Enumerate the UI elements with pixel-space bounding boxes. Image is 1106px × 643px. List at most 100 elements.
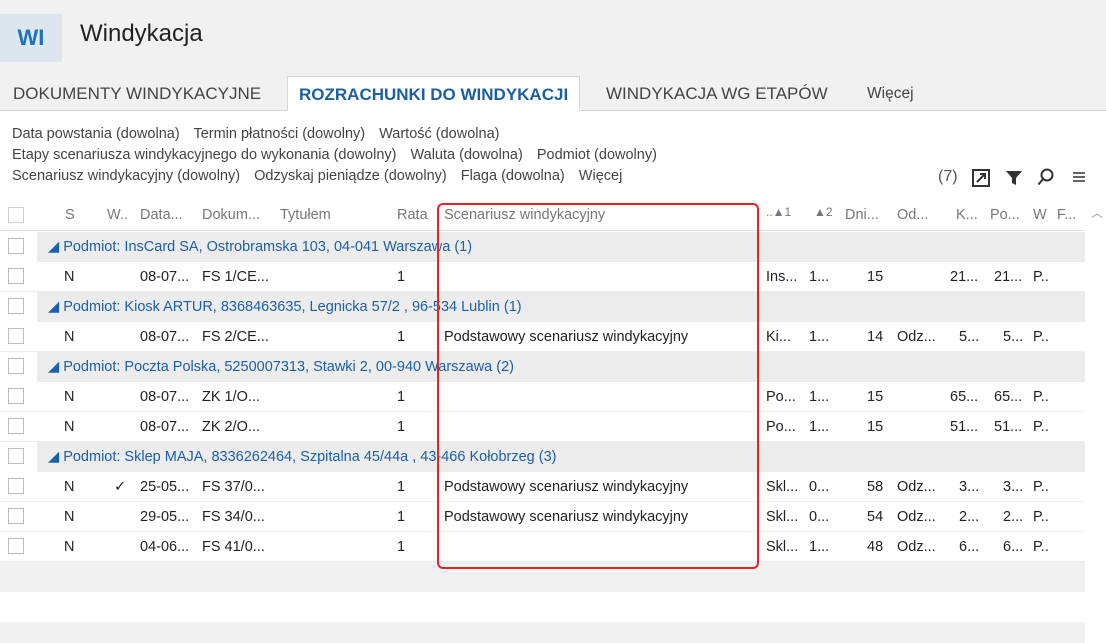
tab-rozrachunki-do-windykacji[interactable]: ROZRACHUNKI DO WINDYKACJI — [287, 76, 581, 111]
filter-wiecej[interactable]: Więcej — [579, 168, 623, 184]
group-label: Podmiot: InsCard SA, Ostrobramska 103, 0… — [63, 239, 451, 255]
col-dokument[interactable]: Dokum... — [202, 207, 260, 223]
cell-podmiot: Po... — [766, 389, 796, 405]
group-checkbox[interactable] — [8, 298, 24, 314]
col-w[interactable]: W... — [107, 207, 129, 223]
cell-dokument: FS 2/CE... — [202, 329, 269, 345]
col-po[interactable]: Po... — [990, 207, 1020, 223]
cell-dni: 48 — [867, 539, 884, 555]
cell-data: 25-05... — [140, 479, 190, 495]
filter-waluta[interactable]: Waluta (dowolna) — [411, 147, 523, 163]
select-all-checkbox[interactable] — [8, 207, 24, 223]
cell-dokument: FS 41/0... — [202, 539, 265, 555]
col-w2[interactable]: W — [1033, 207, 1047, 223]
cell-k: 6... — [959, 539, 980, 555]
cell-s: N — [64, 329, 75, 345]
cell-sort2: 0... — [809, 479, 830, 495]
tab-dokumenty-windykacyjne[interactable]: DOKUMENTY WINDYKACYJNE — [13, 76, 261, 110]
cell-data: 04-06... — [140, 539, 190, 555]
tab-bar: DOKUMENTY WINDYKACYJNE ROZRACHUNKI DO WI… — [0, 76, 1106, 111]
filter-podmiot[interactable]: Podmiot (dowolny) — [537, 147, 657, 163]
col-rata[interactable]: Rata — [397, 207, 428, 223]
col-k[interactable]: K... — [956, 207, 978, 223]
cell-wp: P.. — [1033, 419, 1049, 435]
cell-wp: P.. — [1033, 539, 1049, 555]
cell-data: 29-05... — [140, 509, 190, 525]
group-checkbox[interactable] — [8, 238, 24, 254]
page-title: Windykacja — [80, 20, 203, 47]
row-checkbox[interactable] — [8, 478, 24, 494]
tab-wiecej[interactable]: Więcej — [867, 76, 914, 110]
cell-sort2: 1... — [809, 539, 830, 555]
cell-s: N — [64, 479, 75, 495]
group-checkbox[interactable] — [8, 358, 24, 374]
cell-po: 6... — [1003, 539, 1024, 555]
filter-wartosc[interactable]: Wartość (dowolna) — [379, 126, 499, 142]
row-checkbox[interactable] — [8, 418, 24, 434]
scroll-up-icon[interactable]: ︿ — [1091, 204, 1103, 221]
filter-termin-platnosci[interactable]: Termin płatności (dowolny) — [193, 126, 365, 142]
cell-k: 65... — [950, 389, 979, 405]
cell-sort2: 1... — [809, 419, 830, 435]
col-f[interactable]: F... — [1057, 207, 1076, 223]
cell-dni: 15 — [867, 419, 884, 435]
col-data[interactable]: Data... — [140, 207, 183, 223]
filter-scenariusz-windykacyjny[interactable]: Scenariusz windykacyjny (dowolny) — [12, 168, 240, 184]
cell-od: Odz... — [897, 329, 936, 345]
col-sort-2[interactable]: ▲2 — [814, 205, 833, 219]
cell-po: 3... — [1003, 479, 1024, 495]
cell-dni: 58 — [867, 479, 884, 495]
cell-dni: 15 — [867, 269, 884, 285]
tab-windykacja-wg-etapow[interactable]: WINDYKACJA WG ETAPÓW — [606, 76, 828, 110]
cell-data: 08-07... — [140, 419, 190, 435]
highlight-box — [437, 203, 759, 569]
cell-s: N — [64, 509, 75, 525]
filter-icon[interactable] — [1005, 169, 1023, 192]
row-checkbox[interactable] — [8, 508, 24, 524]
filter-flaga[interactable]: Flaga (dowolna) — [461, 168, 565, 184]
row-checkbox[interactable] — [8, 388, 24, 404]
col-od[interactable]: Od... — [897, 207, 928, 223]
filter-etapy-scenariusza[interactable]: Etapy scenariusza windykacyjnego do wyko… — [12, 147, 396, 163]
cell-data: 08-07... — [140, 389, 190, 405]
col-dni[interactable]: Dni... — [845, 207, 879, 223]
cell-wp: P.. — [1033, 329, 1049, 345]
menu-icon[interactable] — [1072, 170, 1086, 189]
cell-podmiot: Skl... — [766, 509, 799, 525]
filter-odzyskaj-pieniadze[interactable]: Odzyskaj pieniądze (dowolny) — [254, 168, 447, 184]
col-tytulem[interactable]: Tytułem — [280, 207, 331, 223]
cell-podmiot: Ins... — [766, 269, 798, 285]
cell-po: 5... — [1003, 329, 1024, 345]
cell-s: N — [64, 419, 75, 435]
cell-sort2: 1... — [809, 269, 830, 285]
cell-rata: 1 — [397, 479, 406, 495]
search-icon[interactable] — [1037, 168, 1055, 191]
cell-rata: 1 — [397, 389, 406, 405]
cell-wp: P.. — [1033, 509, 1049, 525]
collapse-icon[interactable]: ◢ — [48, 359, 63, 375]
row-checkbox[interactable] — [8, 328, 24, 344]
cell-podmiot: Po... — [766, 419, 796, 435]
export-icon[interactable] — [972, 169, 990, 192]
col-s[interactable]: S — [65, 207, 75, 223]
cell-k: 3... — [959, 479, 980, 495]
cell-rata: 1 — [397, 509, 406, 525]
collapse-icon[interactable]: ◢ — [48, 239, 63, 255]
cell-dni: 14 — [867, 329, 884, 345]
cell-dni: 15 — [867, 389, 884, 405]
collapse-icon[interactable]: ◢ — [48, 299, 63, 315]
cell-wp: P.. — [1033, 389, 1049, 405]
cell-dokument: ZK 2/O... — [202, 419, 261, 435]
cell-podmiot: Skl... — [766, 539, 799, 555]
row-checkbox[interactable] — [8, 538, 24, 554]
filter-data-powstania[interactable]: Data powstania (dowolna) — [12, 126, 180, 142]
cell-s: N — [64, 539, 75, 555]
row-checkbox[interactable] — [8, 268, 24, 284]
cell-dni: 54 — [867, 509, 884, 525]
group-checkbox[interactable] — [8, 448, 24, 464]
cell-od: Odz... — [897, 509, 936, 525]
cell-podmiot: Ki... — [766, 329, 791, 345]
collapse-icon[interactable]: ◢ — [48, 449, 63, 465]
col-sort-1[interactable]: ..▲1 — [766, 205, 791, 219]
cell-po: 21... — [994, 269, 1023, 285]
